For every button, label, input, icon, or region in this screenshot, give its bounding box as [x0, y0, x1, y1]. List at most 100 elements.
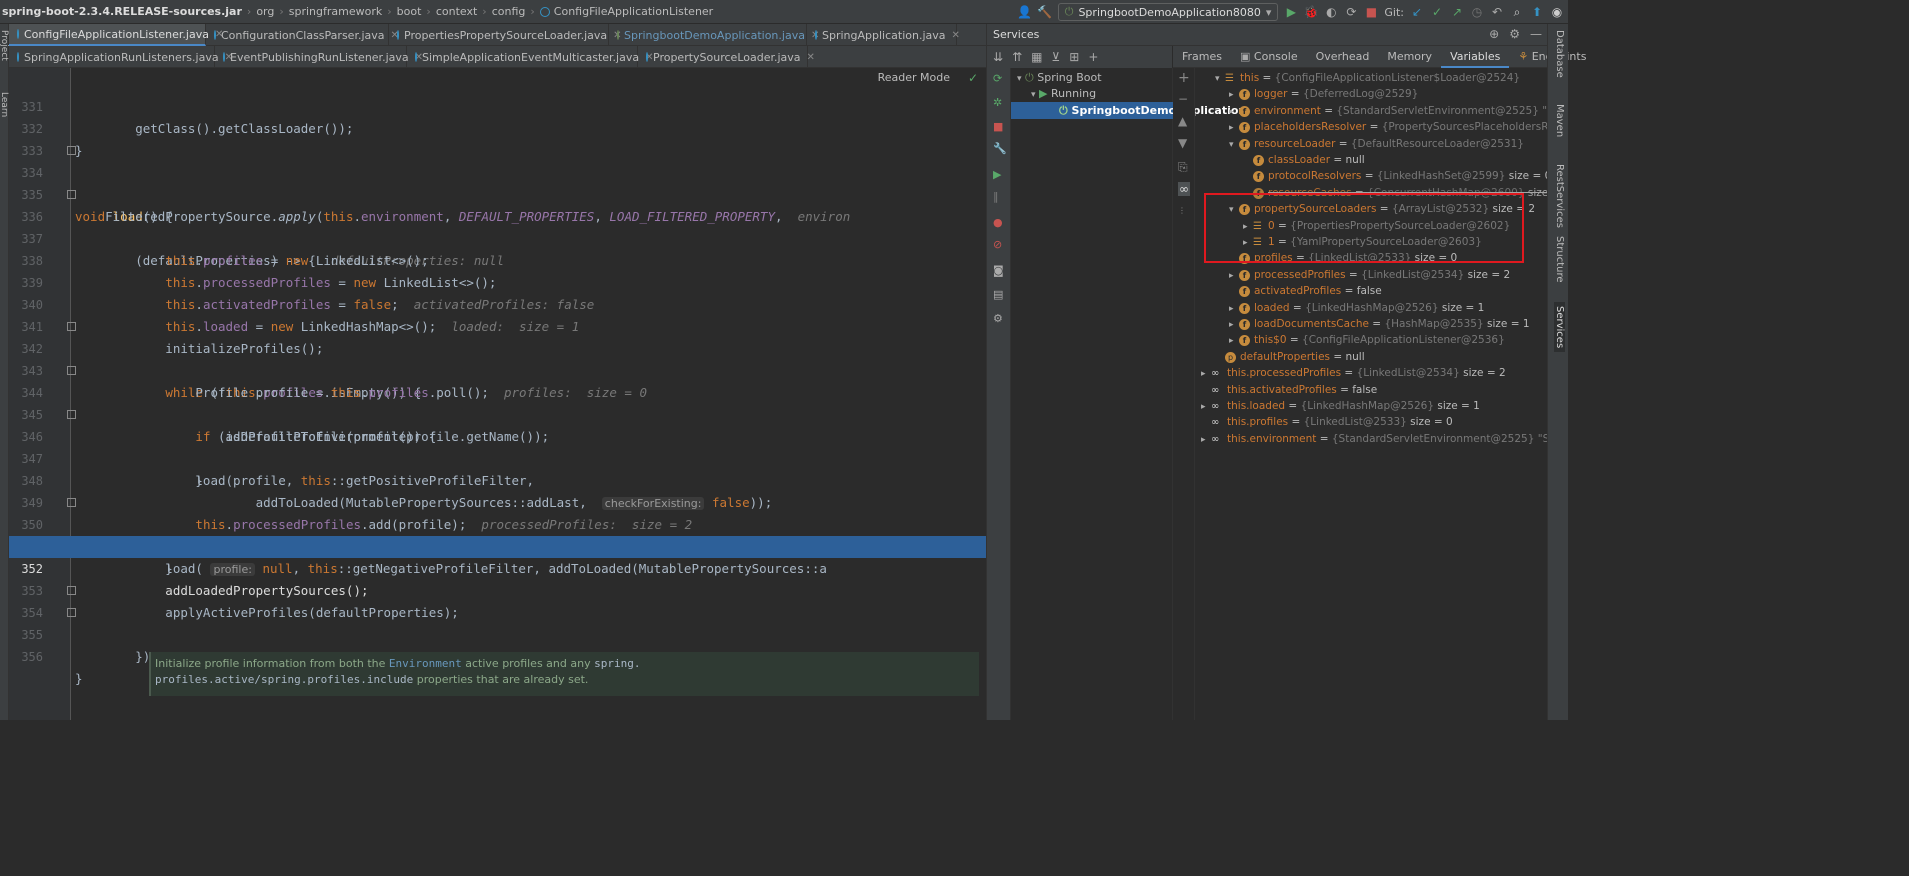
variable-row[interactable]: f protocolResolvers = {LinkedHashSet@2599… — [1243, 168, 1548, 184]
variable-row[interactable]: ∞ this.profiles = {LinkedList@2533} size … — [1201, 414, 1453, 430]
services-tool-window-button[interactable]: Services — [1554, 302, 1565, 353]
rerun-icon[interactable]: ⟳ — [993, 72, 1002, 85]
rollback-icon[interactable]: ↶ — [1490, 5, 1504, 19]
run-icon[interactable]: ▶ — [1284, 5, 1298, 19]
variable-row[interactable]: ▸ f environment = {StandardServletEnvironm… — [1229, 103, 1548, 119]
wrench-icon[interactable]: 🔧 — [993, 142, 1007, 155]
stop-icon[interactable]: ■ — [1364, 5, 1378, 19]
group-icon[interactable]: ▦ — [1031, 50, 1042, 64]
chevron-right-icon[interactable]: ▸ — [1201, 366, 1211, 382]
fold-marker-icon[interactable] — [67, 146, 76, 155]
remove-watch-icon[interactable]: − — [1178, 92, 1188, 106]
database-tool-window[interactable]: Database — [1554, 30, 1565, 78]
git-commit-icon[interactable]: ✓ — [1430, 5, 1444, 19]
variable-row[interactable]: p defaultProperties = null — [1215, 349, 1365, 365]
chevron-right-icon[interactable]: ▸ — [1243, 235, 1253, 251]
variable-row[interactable]: ▸ f processedProfiles = {LinkedList@2534} … — [1229, 267, 1510, 283]
add-service-icon[interactable]: + — [1088, 50, 1098, 64]
editor-tab[interactable]: SpringApplication.java ✕ — [807, 24, 960, 46]
learn-tool-window[interactable]: Learn — [0, 92, 9, 117]
add-watch-icon[interactable]: + — [1178, 70, 1190, 86]
editor-tab[interactable]: PropertySourceLoader.java ✕ — [638, 46, 815, 68]
chevron-right-icon[interactable]: ▸ — [1201, 399, 1211, 415]
tab-memory[interactable]: Memory — [1378, 46, 1441, 68]
variable-row[interactable]: ▸ f logger = {DeferredLog@2529} — [1229, 86, 1418, 102]
variable-row[interactable]: f resourceCaches = {ConcurrentHashMap@260… — [1243, 185, 1548, 201]
variable-row[interactable]: ▸ ☰ 0 = {PropertiesPropertySourceLoader@26… — [1243, 218, 1510, 234]
fold-marker-icon[interactable] — [67, 586, 76, 595]
debug-icon[interactable]: ✲ — [993, 96, 1002, 109]
git-update-icon[interactable]: ↙ — [1410, 5, 1424, 19]
variable-row[interactable]: ▸ ∞ this.loaded = {LinkedHashMap@2526} siz… — [1201, 398, 1480, 414]
chevron-right-icon[interactable]: ▸ — [1229, 317, 1239, 333]
project-tool-window[interactable]: Project — [0, 30, 9, 61]
breadcrumb-org[interactable]: org — [256, 5, 274, 18]
variable-row[interactable]: ▸ ☰ 1 = {YamlPropertySourceLoader@2603} — [1243, 234, 1482, 250]
variable-row[interactable]: ▸ f this$0 = {ConfigFileApplicationListene… — [1229, 332, 1505, 348]
variable-row[interactable]: ▾ f resourceLoader = {DefaultResourceLoade… — [1229, 136, 1524, 152]
variable-row[interactable]: f classLoader = null — [1243, 152, 1365, 168]
fold-marker-icon[interactable] — [67, 366, 76, 375]
editor-tab[interactable]: PropertiesPropertySourceLoader.java ✕ — [389, 24, 622, 46]
gear-icon[interactable]: ⚙ — [1509, 27, 1520, 41]
variable-row[interactable]: ▸ f loadDocumentsCache = {HashMap@2535} si… — [1229, 316, 1530, 332]
chevron-right-icon[interactable]: ▸ — [1201, 432, 1211, 448]
chevron-right-icon[interactable]: ▸ — [1229, 268, 1239, 284]
user-icon[interactable]: 👤 — [1017, 5, 1032, 19]
tab-console[interactable]: ▣ Console — [1231, 46, 1307, 68]
maven-tool-window[interactable]: Maven — [1554, 104, 1565, 137]
show-watches-icon[interactable]: ∞ — [1178, 182, 1190, 196]
editor-tab[interactable]: ConfigurationClassParser.java ✕ — [206, 24, 399, 46]
editor-tab[interactable]: EventPublishingRunListener.java ✕ — [215, 46, 423, 68]
breadcrumb-springframework[interactable]: springframework — [289, 5, 382, 18]
tree-node-application[interactable]: ⏻ SpringbootDemoApplication — [1011, 102, 1246, 119]
fold-marker-icon[interactable] — [67, 190, 76, 199]
minimize-icon[interactable]: — — [1530, 27, 1542, 41]
chevron-right-icon[interactable]: ▸ — [1229, 120, 1239, 136]
filter-icon[interactable]: ⊻ — [1051, 50, 1060, 64]
restservices-tool-window[interactable]: RestServices — [1554, 164, 1565, 228]
breakpoints-icon[interactable]: ● — [993, 216, 1003, 229]
tab-variables[interactable]: Variables — [1441, 46, 1510, 68]
variables-tree[interactable]: ▾ ☰ this = {ConfigFileApplicationListener$… — [1195, 68, 1548, 720]
expand-all-icon[interactable]: ⇊ — [993, 50, 1003, 64]
update-icon[interactable]: ⬆ — [1530, 5, 1544, 19]
git-push-icon[interactable]: ↗ — [1450, 5, 1464, 19]
profile-icon[interactable]: ⟳ — [1344, 5, 1358, 19]
camera-icon[interactable]: ◙ — [993, 264, 1004, 277]
chevron-right-icon[interactable]: ▸ — [1229, 333, 1239, 349]
editor-tab[interactable]: SpringApplicationRunListeners.java ✕ — [9, 46, 233, 68]
copy-icon[interactable]: ⎘ — [1178, 160, 1188, 175]
breadcrumb-context[interactable]: context — [436, 5, 477, 18]
variable-row[interactable]: ▸ f placeholdersResolver = {PropertySource… — [1229, 119, 1548, 135]
breadcrumb-config[interactable]: config — [492, 5, 526, 18]
editor-tab[interactable]: SpringbootDemoApplication.java ✕ — [609, 24, 819, 46]
editor-tab[interactable]: ConfigFileApplicationListener.java ✕ — [9, 24, 223, 46]
breadcrumb-jar[interactable]: spring-boot-2.3.4.RELEASE-sources.jar — [2, 5, 242, 18]
tab-overhead[interactable]: Overhead — [1307, 46, 1379, 68]
mute-breakpoints-icon[interactable]: ⊘ — [993, 238, 1002, 251]
globe-icon[interactable]: ⊕ — [1489, 27, 1499, 41]
variable-row[interactable]: ▸ ∞ this.environment = {StandardServletEnv… — [1201, 431, 1548, 447]
variable-row[interactable]: f profiles = {LinkedList@2533} size = 0 — [1229, 250, 1457, 266]
fold-marker-icon[interactable] — [67, 498, 76, 507]
fold-marker-icon[interactable] — [67, 322, 76, 331]
collapse-all-icon[interactable]: ⇈ — [1012, 50, 1022, 64]
stop-icon[interactable]: ■ — [993, 120, 1003, 133]
variable-row[interactable]: ∞ this.activatedProfiles = false — [1201, 382, 1377, 398]
tree-node-running[interactable]: ▾ ▶ Running — [1031, 85, 1096, 102]
fold-marker-icon[interactable] — [67, 410, 76, 419]
structure-tool-window[interactable]: Structure — [1554, 236, 1565, 283]
variable-row[interactable]: f activatedProfiles = false — [1229, 283, 1382, 299]
chevron-right-icon[interactable]: ▸ — [1229, 104, 1239, 120]
move-down-icon[interactable]: ▼ — [1178, 136, 1187, 150]
pause-icon[interactable]: ‖ — [993, 190, 999, 203]
coverage-icon[interactable]: ◐ — [1324, 5, 1338, 19]
variable-row[interactable]: ▾ f propertySourceLoaders = {ArrayList@253… — [1229, 201, 1535, 217]
inline-values-icon[interactable]: ⋮ — [1178, 206, 1186, 215]
tree-node-spring-boot[interactable]: ▾ ⏻ Spring Boot — [1017, 69, 1102, 86]
move-up-icon[interactable]: ▲ — [1178, 114, 1187, 128]
chevron-down-icon[interactable]: ▾ — [1229, 137, 1239, 153]
chevron-down-icon[interactable]: ▾ — [1215, 71, 1225, 87]
search-icon[interactable]: ⌕ — [1510, 5, 1524, 19]
